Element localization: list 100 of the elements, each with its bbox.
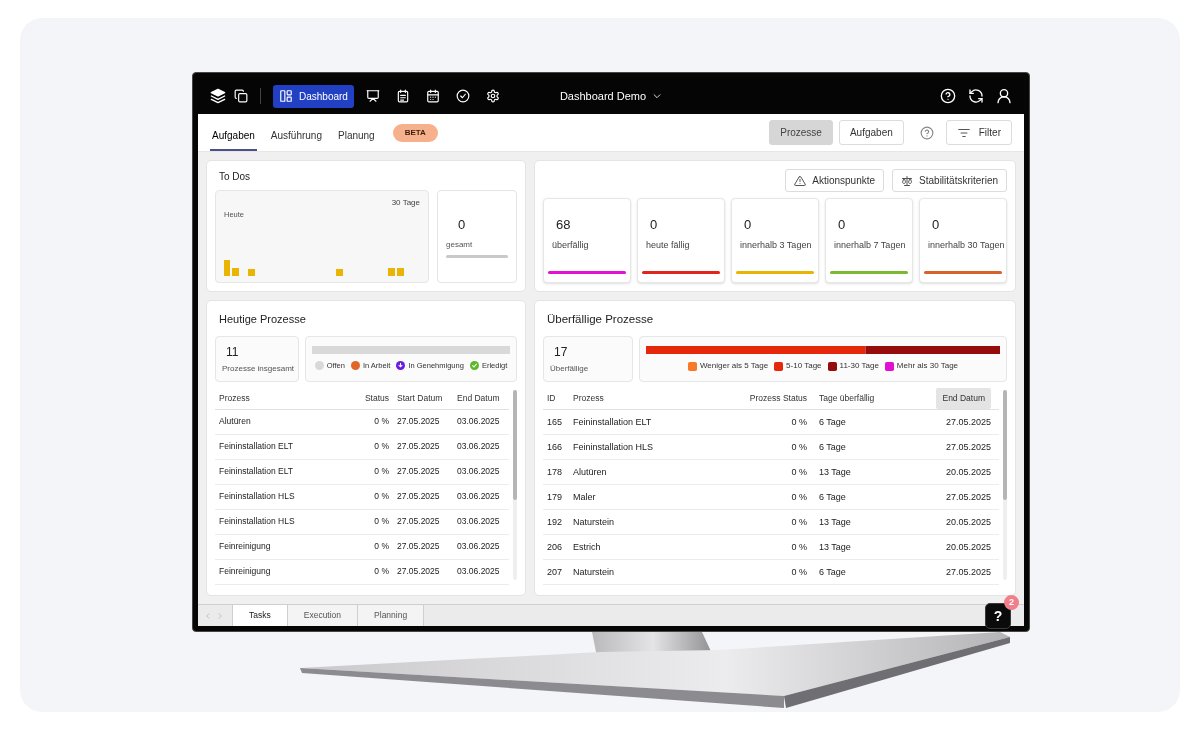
sheet-tab[interactable]: Execution <box>287 605 359 626</box>
table-cell: Alutüren <box>219 415 251 428</box>
table-cell: 27.05.2025 <box>945 565 991 579</box>
table-cell: 6 Tage <box>819 565 846 579</box>
action-button[interactable]: Stabilitätskriterien <box>892 169 1007 192</box>
table-cell: 03.06.2025 <box>457 415 500 428</box>
legend-label: 5-10 Tage <box>786 360 822 373</box>
user-icon[interactable] <box>996 88 1012 104</box>
table-cell: 20.05.2025 <box>945 515 991 529</box>
table-cell: 0 % <box>374 515 389 528</box>
panel-title: To Dos <box>218 170 251 184</box>
table-cell: Feininstallation ELT <box>219 440 294 453</box>
stat-label: innerhalb 3 Tagen <box>739 238 812 252</box>
layers-icon[interactable] <box>210 88 226 104</box>
table-cell: 13 Tage <box>819 465 851 479</box>
stat-label: innerhalb 30 Tagen <box>927 238 1005 252</box>
table-cell: 0 % <box>791 440 807 454</box>
sheet-tab[interactable]: Planning <box>358 605 425 626</box>
presentation-board-icon <box>365 89 380 103</box>
stat-label: heute fällig <box>645 238 690 252</box>
table-cell: 6 Tage <box>819 490 846 504</box>
table-cell: 179 <box>547 490 563 504</box>
calendar-icon <box>425 89 440 103</box>
table-cell: 0 % <box>791 490 807 504</box>
stat-label: überfällig <box>551 238 589 252</box>
legend-label: Weniger als 5 Tage <box>699 360 769 373</box>
table-cell: Feininstallation HLS <box>219 515 295 528</box>
table-cell: 03.06.2025 <box>457 540 500 553</box>
table-cell: 6 Tage <box>819 440 846 454</box>
total-label: gesamt <box>446 238 473 251</box>
table-cell: 0 % <box>374 415 389 428</box>
table-cell: 165 <box>547 415 563 429</box>
table-cell: 192 <box>547 515 563 529</box>
panel-title: Überfällige Prozesse <box>546 312 654 327</box>
stat-value: 0 <box>837 216 846 234</box>
beta-badge: BETA <box>392 123 438 142</box>
table-cell: 27.05.2025 <box>397 540 440 553</box>
view-toggle-button[interactable]: Prozesse <box>769 120 833 145</box>
legend-label: Mehr als 30 Tage <box>896 360 959 373</box>
stat-value: 0 <box>743 216 752 234</box>
table-cell: 27.05.2025 <box>397 415 440 428</box>
table-cell: Feinreinigung <box>219 540 271 553</box>
count-label: Überfällige <box>550 363 589 376</box>
total-value: 0 <box>457 216 466 235</box>
table-cell: Naturstein <box>573 565 615 579</box>
warning-icon <box>794 174 807 187</box>
table-cell: 27.05.2025 <box>397 515 440 528</box>
filter-button[interactable]: Filter <box>945 120 1012 145</box>
action-button[interactable]: Aktionspunkte <box>785 169 885 192</box>
table-cell: 6 Tage <box>819 415 846 429</box>
table-cell: 03.06.2025 <box>457 515 500 528</box>
column-header[interactable]: ID <box>547 392 556 406</box>
column-header[interactable]: Prozess <box>219 391 250 405</box>
column-header[interactable]: Prozess Status <box>749 392 807 406</box>
sheet-tab[interactable]: Tasks <box>232 605 288 626</box>
stat-value: 0 <box>649 216 658 234</box>
table-cell: 207 <box>547 565 563 579</box>
count-label: Prozesse insgesamt <box>222 362 295 375</box>
table-cell: 0 % <box>374 440 389 453</box>
table-cell: 03.06.2025 <box>457 465 500 478</box>
project-dropdown[interactable]: Dashboard Demo <box>559 87 663 105</box>
column-header[interactable]: Status <box>364 391 389 405</box>
column-header[interactable]: Start Datum <box>397 391 443 405</box>
tab[interactable]: Planung <box>336 124 377 151</box>
table-cell: Alutüren <box>573 465 607 479</box>
table-cell: Feininstallation HLS <box>573 440 654 454</box>
tab[interactable]: Ausführung <box>268 124 324 151</box>
table-cell: 0 % <box>791 540 807 554</box>
table-cell: 27.05.2025 <box>397 465 440 478</box>
stat-value: 0 <box>931 216 940 234</box>
stat-value: 68 <box>555 216 571 234</box>
table-cell: Feininstallation ELT <box>219 465 294 478</box>
table-cell: Maler <box>573 490 596 504</box>
table-cell: 03.06.2025 <box>457 440 500 453</box>
table-cell: 0 % <box>374 490 389 503</box>
table-cell: 03.06.2025 <box>457 490 500 503</box>
table-cell: 0 % <box>791 515 807 529</box>
column-header[interactable]: Tage überfällig <box>819 392 875 406</box>
table-cell: 27.05.2025 <box>945 415 991 429</box>
calendar-list-icon <box>395 89 410 103</box>
table-cell: 0 % <box>791 415 807 429</box>
copy-icon[interactable] <box>234 89 248 103</box>
table-cell: 206 <box>547 540 563 554</box>
stat-label: innerhalb 7 Tagen <box>833 238 906 252</box>
table-cell: 03.06.2025 <box>457 565 500 578</box>
count-value: 11 <box>225 343 239 361</box>
table-cell: 0 % <box>374 565 389 578</box>
legend-label: 11-30 Tage <box>839 360 879 373</box>
table-cell: Feinreinigung <box>219 565 271 578</box>
chevron-down-icon <box>652 91 663 101</box>
column-header[interactable]: End Datum <box>936 388 991 410</box>
column-header[interactable]: End Datum <box>457 391 500 405</box>
table-cell: 13 Tage <box>819 540 851 554</box>
check-circle-icon <box>455 89 470 103</box>
nav-tab[interactable]: Dashboard <box>273 84 354 108</box>
panel-title: Heutige Prozesse <box>218 312 306 327</box>
table-cell: 27.05.2025 <box>945 490 991 504</box>
view-toggle-button[interactable]: Aufgaben <box>838 120 904 145</box>
column-header[interactable]: Prozess <box>573 392 604 406</box>
refresh-icon[interactable] <box>968 88 984 104</box>
